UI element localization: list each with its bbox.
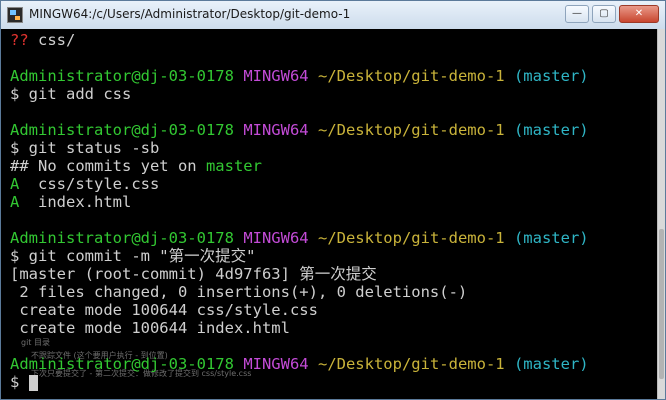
prompt-path: ~/Desktop/git-demo-1 (317, 121, 505, 139)
prompt-user: Administrator@dj-03-0178 (10, 121, 234, 139)
prompt-env: MINGW64 (243, 229, 309, 247)
commit-output-line: 2 files changed, 0 insertions(+), 0 dele… (10, 283, 468, 301)
prompt-user: Administrator@dj-03-0178 (10, 355, 234, 373)
prompt-branch: (master) (513, 229, 589, 247)
prompt-env: MINGW64 (243, 121, 309, 139)
text-cursor (28, 375, 38, 391)
staged-flag: A (10, 193, 20, 211)
prompt-branch: (master) (513, 355, 589, 373)
scrollbar-thumb[interactable] (659, 229, 664, 379)
commit-output-line: create mode 100644 index.html (10, 319, 290, 337)
commit-output-line: [master (root-commit) 4d97f63] 第一次提交 (10, 265, 377, 283)
prompt-line: Administrator@dj-03-0178 MINGW64 ~/Deskt… (10, 67, 655, 85)
input-line[interactable]: $ (10, 373, 655, 391)
prompt-env: MINGW64 (243, 355, 309, 373)
maximize-button[interactable]: ▢ (592, 5, 616, 23)
untracked-marker: ?? (10, 31, 29, 49)
window-title: MINGW64:/c/Users/Administrator/Desktop/g… (29, 7, 351, 21)
status-untracked-line: ?? css/ (10, 31, 655, 49)
prompt-line: Administrator@dj-03-0178 MINGW64 ~/Deskt… (10, 229, 655, 247)
commit-output-line: create mode 100644 css/style.css (10, 301, 318, 319)
prompt-path: ~/Desktop/git-demo-1 (317, 229, 505, 247)
prompt-line: Administrator@dj-03-0178 MINGW64 ~/Deskt… (10, 121, 655, 139)
prompt-user: Administrator@dj-03-0178 (10, 229, 234, 247)
staged-file: index.html (19, 193, 132, 211)
terminal-output[interactable]: ?? css/ Administrator@dj-03-0178 MINGW64… (1, 29, 657, 399)
prompt-user: Administrator@dj-03-0178 (10, 67, 234, 85)
prompt-branch: (master) (513, 121, 589, 139)
window-controls: — ▢ ✕ (565, 5, 659, 23)
mingw-app-icon[interactable] (7, 7, 23, 23)
vertical-scrollbar[interactable] (657, 29, 665, 399)
prompt-branch: (master) (513, 67, 589, 85)
untracked-path: css/ (38, 31, 76, 49)
prompt-path: ~/Desktop/git-demo-1 (317, 67, 505, 85)
status-branch-name: master (205, 157, 262, 175)
status-file-line: A css/style.css (10, 175, 655, 193)
staged-flag: A (10, 175, 20, 193)
close-button[interactable]: ✕ (619, 5, 659, 23)
prompt-env: MINGW64 (243, 67, 309, 85)
status-branch-prefix: ## No commits yet on (10, 157, 206, 175)
command-line: $ git status -sb (10, 139, 160, 157)
status-branch-line: ## No commits yet on master (10, 157, 655, 175)
prompt-line: Administrator@dj-03-0178 MINGW64 ~/Deskt… (10, 355, 655, 373)
command-line: $ git commit -m "第一次提交" (10, 247, 256, 265)
terminal-window: MINGW64:/c/Users/Administrator/Desktop/g… (0, 0, 666, 400)
minimize-button[interactable]: — (565, 5, 589, 23)
staged-file: css/style.css (19, 175, 160, 193)
overlay-note: git 目录 (21, 338, 50, 347)
title-bar[interactable]: MINGW64:/c/Users/Administrator/Desktop/g… (1, 1, 665, 30)
command-line: $ git add css (10, 85, 132, 103)
status-file-line: A index.html (10, 193, 655, 211)
prompt-path: ~/Desktop/git-demo-1 (317, 355, 505, 373)
final-prompt: $ (10, 373, 20, 391)
